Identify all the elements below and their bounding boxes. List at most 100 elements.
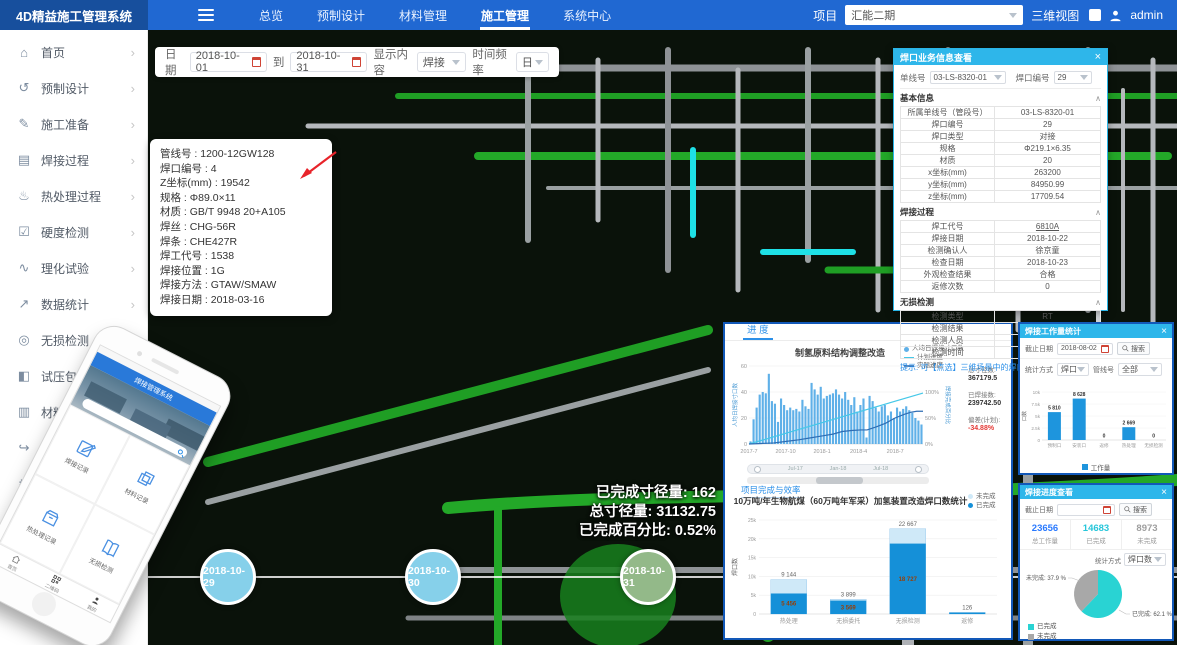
mode-select[interactable]: 焊口数	[1124, 553, 1166, 566]
chevron-right-icon: ›	[131, 261, 135, 276]
section-ndt[interactable]: 无损检测∧	[900, 293, 1101, 310]
freq-label: 时间频率	[472, 46, 509, 78]
project-select[interactable]: 汇能二期	[845, 5, 1023, 25]
chevron-right-icon: ›	[131, 45, 135, 60]
svg-text:焊口数: 焊口数	[731, 558, 739, 576]
svg-text:2.5k: 2.5k	[1031, 426, 1040, 431]
close-icon[interactable]: ×	[1161, 326, 1167, 337]
content-select[interactable]: 焊接	[417, 52, 466, 72]
svg-text:5k: 5k	[1035, 414, 1041, 419]
workload-panel-header: 焊接工作量统计 ×	[1020, 324, 1172, 338]
search-button[interactable]: 搜索	[1117, 342, 1150, 355]
chevron-right-icon: ›	[131, 225, 135, 240]
weld-process-table: 焊工代号6810A焊接日期2018-10-22检测确认人徐京童检查日期2018-…	[900, 220, 1101, 293]
freq-select[interactable]: 日	[516, 52, 549, 72]
scrollbar-thumb[interactable]	[816, 477, 863, 484]
sidebar-item-home[interactable]: ⌂首页›	[0, 34, 147, 70]
close-icon[interactable]: ×	[1095, 51, 1101, 63]
progress-panel-header: 焊接进度查看 ×	[1020, 485, 1172, 499]
chevron-right-icon: ›	[131, 81, 135, 96]
chevron-right-icon: ›	[131, 189, 135, 204]
sidebar-item-welding[interactable]: ▤焊接过程›	[0, 142, 147, 178]
slider-handle[interactable]	[915, 466, 922, 473]
svg-text:50%: 50%	[925, 416, 936, 422]
menu-item-prefab-design[interactable]: 预制设计	[300, 0, 382, 30]
calendar-icon	[352, 57, 361, 67]
svg-text:20k: 20k	[748, 537, 757, 543]
hamburger-icon[interactable]	[198, 6, 214, 24]
collapse-icon: ∧	[1095, 94, 1101, 103]
legend-square-icon	[1028, 624, 1034, 630]
search-button[interactable]: 搜索	[1119, 503, 1152, 516]
line-no-select[interactable]: 03-LS-8320-01	[930, 71, 1006, 84]
svg-text:3 569: 3 569	[841, 605, 857, 611]
svg-text:100%: 100%	[925, 390, 939, 396]
pipeline-select[interactable]: 全部	[1118, 363, 1162, 376]
calendar-icon	[252, 57, 261, 67]
copy-icon	[132, 465, 159, 492]
cutoff-date-input[interactable]: 2018-08-02	[1057, 343, 1113, 355]
sidebar-item-hardness[interactable]: ☑硬度检测›	[0, 214, 147, 250]
section-weld-process[interactable]: 焊接过程∧	[900, 203, 1101, 220]
svg-text:60: 60	[741, 364, 747, 370]
chevron-right-icon: ›	[131, 117, 135, 132]
datazoom-slider[interactable]: Jul-17 Jan-18 Jul-18	[747, 464, 929, 474]
chevron-right-icon: ›	[131, 153, 135, 168]
weld-no-label: 焊口编号	[1016, 72, 1050, 84]
menu-item-construction[interactable]: 施工管理	[464, 0, 546, 30]
chevron-down-icon	[1150, 367, 1158, 372]
menu-item-system[interactable]: 系统中心	[546, 0, 628, 30]
slider-handle[interactable]	[754, 466, 761, 473]
chevron-down-icon	[1077, 367, 1085, 372]
package-icon: ◧	[16, 368, 32, 384]
svg-text:已完成: 62.1 %: 已完成: 62.1 %	[1132, 610, 1173, 618]
scrollbar[interactable]	[747, 477, 929, 484]
svg-text:25k: 25k	[748, 518, 757, 524]
top-navbar: 4D精益施工管理系统 总览 预制设计 材料管理 施工管理 系统中心 项目 汇能二…	[0, 0, 1177, 30]
cutoff-date-input[interactable]	[1057, 504, 1115, 516]
sidebar-item-preparation[interactable]: ✎施工准备›	[0, 106, 147, 142]
stat-undone: 8973 未完成	[1122, 520, 1172, 549]
weld-icon: ▤	[16, 152, 32, 168]
progress-stats: 23656 总工作量 14683 已完成 8973 未完成	[1020, 520, 1172, 550]
svg-text:无损检测: 无损检测	[1144, 442, 1163, 449]
date-from-input[interactable]: 2018-10-01	[190, 52, 267, 72]
main-menu: 总览 预制设计 材料管理 施工管理 系统中心	[242, 0, 628, 30]
search-icon	[1122, 345, 1129, 352]
sidebar-item-statistics[interactable]: ↗数据统计›	[0, 286, 147, 322]
progress-date-row: 截止日期 搜索	[1020, 499, 1172, 520]
svg-text:10k: 10k	[748, 574, 757, 580]
prefab-icon: ↺	[16, 80, 32, 96]
close-icon[interactable]: ×	[1161, 487, 1167, 498]
to-label: 到	[273, 54, 285, 70]
timeline-date-bubble[interactable]: 2018-10-29	[200, 549, 256, 605]
heat-icon: ♨	[16, 188, 32, 204]
pointer-arrow-icon	[290, 146, 344, 188]
search-icon	[1124, 506, 1131, 513]
completion-overlay: 已完成寸径量: 162 总寸径量: 31132.75 已完成百分比: 0.52%	[540, 484, 716, 541]
svg-text:10k: 10k	[1033, 390, 1041, 395]
project-welds-chart: 05k10k15k20k25k9 1445 456热处理3 8993 569无损…	[729, 506, 1009, 638]
menu-item-material[interactable]: 材料管理	[382, 0, 464, 30]
date-to-input[interactable]: 2018-10-31	[290, 52, 367, 72]
svg-text:0: 0	[1103, 434, 1106, 440]
svg-text:预制口: 预制口	[1048, 442, 1062, 449]
sidebar-item-physchem-test[interactable]: ∿理化试验›	[0, 250, 147, 286]
sidebar-item-heat-treatment[interactable]: ♨热处理过程›	[0, 178, 147, 214]
timeline-date-bubble[interactable]: 2018-10-30	[405, 549, 461, 605]
chevron-right-icon: ›	[131, 297, 135, 312]
view-toggle[interactable]	[1089, 9, 1101, 21]
mode-select[interactable]: 焊口	[1057, 363, 1089, 376]
sidebar-item-prefab-design[interactable]: ↺预制设计›	[0, 70, 147, 106]
weld-no-select[interactable]: 29	[1054, 71, 1092, 84]
weld-progress-panel: 焊接进度查看 × 截止日期 搜索 23656 总工作量 14683 已完成 89…	[1018, 483, 1174, 641]
timeline-date-bubble[interactable]: 2018-10-31	[620, 549, 676, 605]
view-toggle-label: 三维视图	[1031, 7, 1079, 24]
section-basic-info[interactable]: 基本信息∧	[900, 89, 1101, 106]
menu-item-overview[interactable]: 总览	[242, 0, 300, 30]
date-label: 日期	[165, 46, 184, 78]
navbar-right: 项目 汇能二期 三维视图 admin	[813, 5, 1177, 25]
svg-text:0: 0	[753, 612, 756, 618]
svg-text:3 899: 3 899	[841, 592, 857, 598]
tab-progress[interactable]: 进 度	[743, 320, 773, 340]
